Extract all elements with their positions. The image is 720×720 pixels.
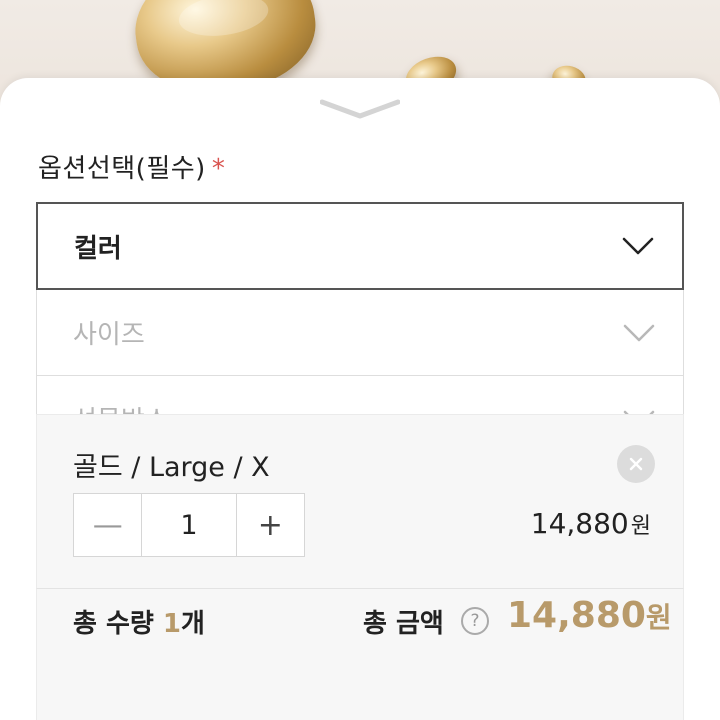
- chevron-down-icon: [320, 99, 400, 119]
- total-quantity-value: 1: [162, 609, 181, 639]
- total-price-value: 14,880: [507, 595, 646, 636]
- option-section-title: 옵션선택(필수) *: [38, 148, 225, 185]
- item-price-currency: 원: [630, 514, 651, 539]
- order-summary: 총 수량 1개 총 금액 ? 14,880원: [36, 588, 684, 720]
- help-icon[interactable]: ?: [461, 607, 489, 635]
- total-quantity-unit: 개: [180, 609, 205, 639]
- required-mark: *: [211, 154, 226, 184]
- quantity-stepper: — 1 +: [73, 493, 305, 557]
- decrease-quantity-button[interactable]: —: [74, 494, 141, 556]
- selected-option-item: 골드 / Large / X — 1 + 14,880원: [36, 414, 684, 589]
- select-label: 사이즈: [73, 320, 145, 350]
- select-label: 컬러: [74, 233, 122, 264]
- increase-quantity-button[interactable]: +: [237, 494, 304, 556]
- item-price-value: 14,880: [530, 507, 629, 540]
- select-color[interactable]: 컬러: [36, 202, 684, 290]
- selected-option-name: 골드 / Large / X: [73, 452, 270, 483]
- chevron-down-icon: [623, 323, 655, 343]
- close-icon: [629, 457, 643, 471]
- total-price-currency: 원: [645, 601, 672, 634]
- sheet-collapse-handle[interactable]: [320, 98, 400, 122]
- total-quantity-label: 총 수량: [73, 609, 154, 639]
- total-quantity: 총 수량 1개: [73, 603, 205, 640]
- item-price: 14,880원: [531, 507, 651, 540]
- total-price: 14,880원: [507, 595, 672, 636]
- total-price-label: 총 금액: [363, 609, 444, 639]
- chevron-down-icon: [622, 236, 654, 256]
- remove-option-button[interactable]: [617, 445, 655, 483]
- quantity-input[interactable]: 1: [141, 494, 237, 556]
- select-size[interactable]: 사이즈: [36, 290, 684, 376]
- option-title-text: 옵션선택(필수): [38, 154, 206, 184]
